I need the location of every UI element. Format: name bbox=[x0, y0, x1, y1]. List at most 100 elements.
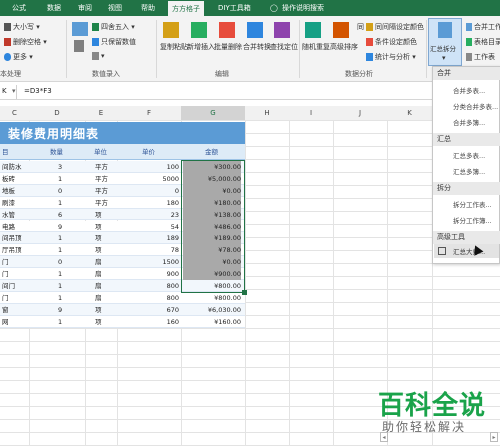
worksheet-button[interactable]: 工作表 bbox=[466, 52, 495, 62]
row-unit[interactable]: 平方 bbox=[95, 161, 108, 173]
row-quantity[interactable]: 9 bbox=[58, 221, 62, 233]
row-unit[interactable]: 扇 bbox=[95, 292, 102, 304]
merge-sheets-button[interactable]: 合并工作表 bbox=[466, 22, 500, 32]
column-header-selected[interactable]: G bbox=[181, 106, 246, 121]
row-unit[interactable]: 扇 bbox=[95, 280, 102, 292]
row-item[interactable]: 地板 bbox=[2, 185, 15, 197]
row-item[interactable]: 门 bbox=[2, 268, 9, 280]
tab-formulas[interactable]: 公式 bbox=[12, 0, 26, 16]
row-item[interactable]: 间门 bbox=[2, 280, 15, 292]
row-quantity[interactable]: 1 bbox=[58, 197, 62, 209]
interval-color-button[interactable]: 同间隔设定颜色 bbox=[366, 22, 424, 32]
tab-tell-me[interactable]: 操作说明搜索 bbox=[282, 0, 324, 16]
tab-diy-toolbox[interactable]: DIY工具箱 bbox=[218, 0, 251, 16]
row-price[interactable]: 900 bbox=[120, 268, 179, 280]
format-icon[interactable] bbox=[72, 22, 88, 36]
row-price[interactable]: 189 bbox=[120, 232, 179, 244]
row-unit[interactable]: 扇 bbox=[95, 256, 102, 268]
row-unit[interactable]: 项 bbox=[95, 304, 102, 316]
row-quantity[interactable]: 1 bbox=[58, 244, 62, 256]
same-button[interactable]: 同 bbox=[357, 22, 364, 32]
menu-item-split-sheet[interactable]: 拆分工作表... bbox=[453, 199, 492, 209]
row-price[interactable]: 0 bbox=[120, 185, 179, 197]
row-quantity[interactable]: 1 bbox=[58, 292, 62, 304]
advanced-sort-button[interactable]: 高级排序 bbox=[330, 42, 358, 52]
row-quantity[interactable]: 1 bbox=[58, 268, 62, 280]
row-unit[interactable]: 项 bbox=[95, 244, 102, 256]
remove-space-button[interactable]: 删除空格 ▾ bbox=[4, 37, 47, 47]
sheet-title-cell[interactable]: 装修费用明细表 bbox=[0, 122, 245, 144]
more-button[interactable]: 更多 ▾ bbox=[4, 52, 33, 62]
menu-item-summary-sheets[interactable]: 汇总多表... bbox=[453, 150, 485, 160]
tab-help[interactable]: 帮助 bbox=[141, 0, 155, 16]
row-item[interactable]: 板砖 bbox=[2, 173, 15, 185]
row-quantity[interactable]: 1 bbox=[58, 232, 62, 244]
copy-paste-button[interactable]: 复制粘贴 bbox=[160, 42, 188, 52]
row-item[interactable]: 网 bbox=[2, 316, 9, 328]
tab-data[interactable]: 数据 bbox=[47, 0, 61, 16]
row-unit[interactable]: 项 bbox=[95, 232, 102, 244]
row-item[interactable]: 刷漆 bbox=[2, 197, 15, 209]
column-header[interactable]: F bbox=[117, 106, 182, 121]
tab-fangfang[interactable]: 方方格子 bbox=[168, 1, 204, 16]
tab-review[interactable]: 审阅 bbox=[78, 0, 92, 16]
row-price[interactable]: 800 bbox=[120, 292, 179, 304]
column-header[interactable]: C bbox=[0, 106, 30, 121]
row-item[interactable]: 厅吊顶 bbox=[2, 244, 22, 256]
column-header[interactable]: H bbox=[245, 106, 290, 121]
row-quantity[interactable]: 1 bbox=[58, 280, 62, 292]
column-header[interactable]: J bbox=[333, 106, 388, 121]
row-quantity[interactable]: 6 bbox=[58, 209, 62, 221]
fill-handle[interactable] bbox=[242, 290, 247, 295]
column-header[interactable]: D bbox=[29, 106, 86, 121]
case-button[interactable]: 大小写 ▾ bbox=[4, 22, 40, 32]
row-price[interactable]: 670 bbox=[120, 304, 179, 316]
row-item[interactable]: 门 bbox=[2, 292, 9, 304]
row-price[interactable]: 800 bbox=[120, 280, 179, 292]
row-unit[interactable]: 项 bbox=[95, 316, 102, 328]
row-price[interactable]: 78 bbox=[120, 244, 179, 256]
column-header[interactable]: K bbox=[387, 106, 433, 121]
row-item[interactable]: 间防水 bbox=[2, 161, 22, 173]
random-repeat-button[interactable]: 随机重复 bbox=[302, 42, 330, 52]
row-unit[interactable]: 扇 bbox=[95, 268, 102, 280]
row-unit[interactable]: 平方 bbox=[95, 197, 108, 209]
keep-values-button[interactable]: 只保留数值 bbox=[92, 37, 136, 47]
column-header[interactable]: I bbox=[289, 106, 334, 121]
summary-split-button[interactable]: 汇总拆分 ▾ bbox=[428, 18, 462, 66]
row-price[interactable]: 100 bbox=[120, 161, 179, 173]
name-box-dropdown-icon[interactable]: ▾ bbox=[12, 87, 16, 95]
row-price[interactable]: 54 bbox=[120, 221, 179, 233]
row-unit[interactable]: 平方 bbox=[95, 185, 108, 197]
row-price[interactable]: 1500 bbox=[120, 256, 179, 268]
row-item[interactable]: 窗 bbox=[2, 304, 9, 316]
row-quantity[interactable]: 9 bbox=[58, 304, 62, 316]
row-item[interactable]: 水管 bbox=[2, 209, 15, 221]
column-header[interactable]: E bbox=[85, 106, 118, 121]
tab-view[interactable]: 视图 bbox=[108, 0, 122, 16]
row-amount[interactable]: ¥160.00 bbox=[183, 316, 241, 328]
menu-item-summary-master[interactable]: 汇总大师... bbox=[434, 244, 499, 258]
row-quantity[interactable]: 1 bbox=[58, 316, 62, 328]
row-price[interactable]: 23 bbox=[120, 209, 179, 221]
menu-item-merge-sheets[interactable]: 合并多表... bbox=[453, 85, 485, 95]
row-unit[interactable]: 项 bbox=[95, 221, 102, 233]
row-item[interactable]: 间吊顶 bbox=[2, 232, 22, 244]
batch-delete-button[interactable]: 批量删除 bbox=[214, 42, 242, 52]
row-quantity[interactable]: 3 bbox=[58, 161, 62, 173]
menu-item-category-merge[interactable]: 分类合并多表... bbox=[453, 101, 498, 111]
statistics-button[interactable]: 统计与分析 ▾ bbox=[366, 52, 416, 62]
row-amount[interactable]: ¥6,030.00 bbox=[183, 304, 241, 316]
menu-item-summary-books[interactable]: 汇总多簿... bbox=[453, 166, 485, 176]
row-item[interactable]: 电路 bbox=[2, 221, 15, 233]
brush-icon[interactable] bbox=[74, 40, 84, 52]
row-price[interactable]: 160 bbox=[120, 316, 179, 328]
table-index-button[interactable]: 表格目录 bbox=[466, 37, 500, 47]
find-locate-button[interactable]: 查找定位 bbox=[270, 42, 298, 52]
row-amount[interactable]: ¥800.00 bbox=[183, 292, 241, 304]
number-tools-button[interactable]: ▾ bbox=[92, 52, 105, 60]
row-price[interactable]: 180 bbox=[120, 197, 179, 209]
row-price[interactable]: 5000 bbox=[120, 173, 179, 185]
menu-item-split-book[interactable]: 拆分工作簿... bbox=[453, 215, 492, 225]
round-button[interactable]: 四舍五入 ▾ bbox=[92, 22, 135, 32]
